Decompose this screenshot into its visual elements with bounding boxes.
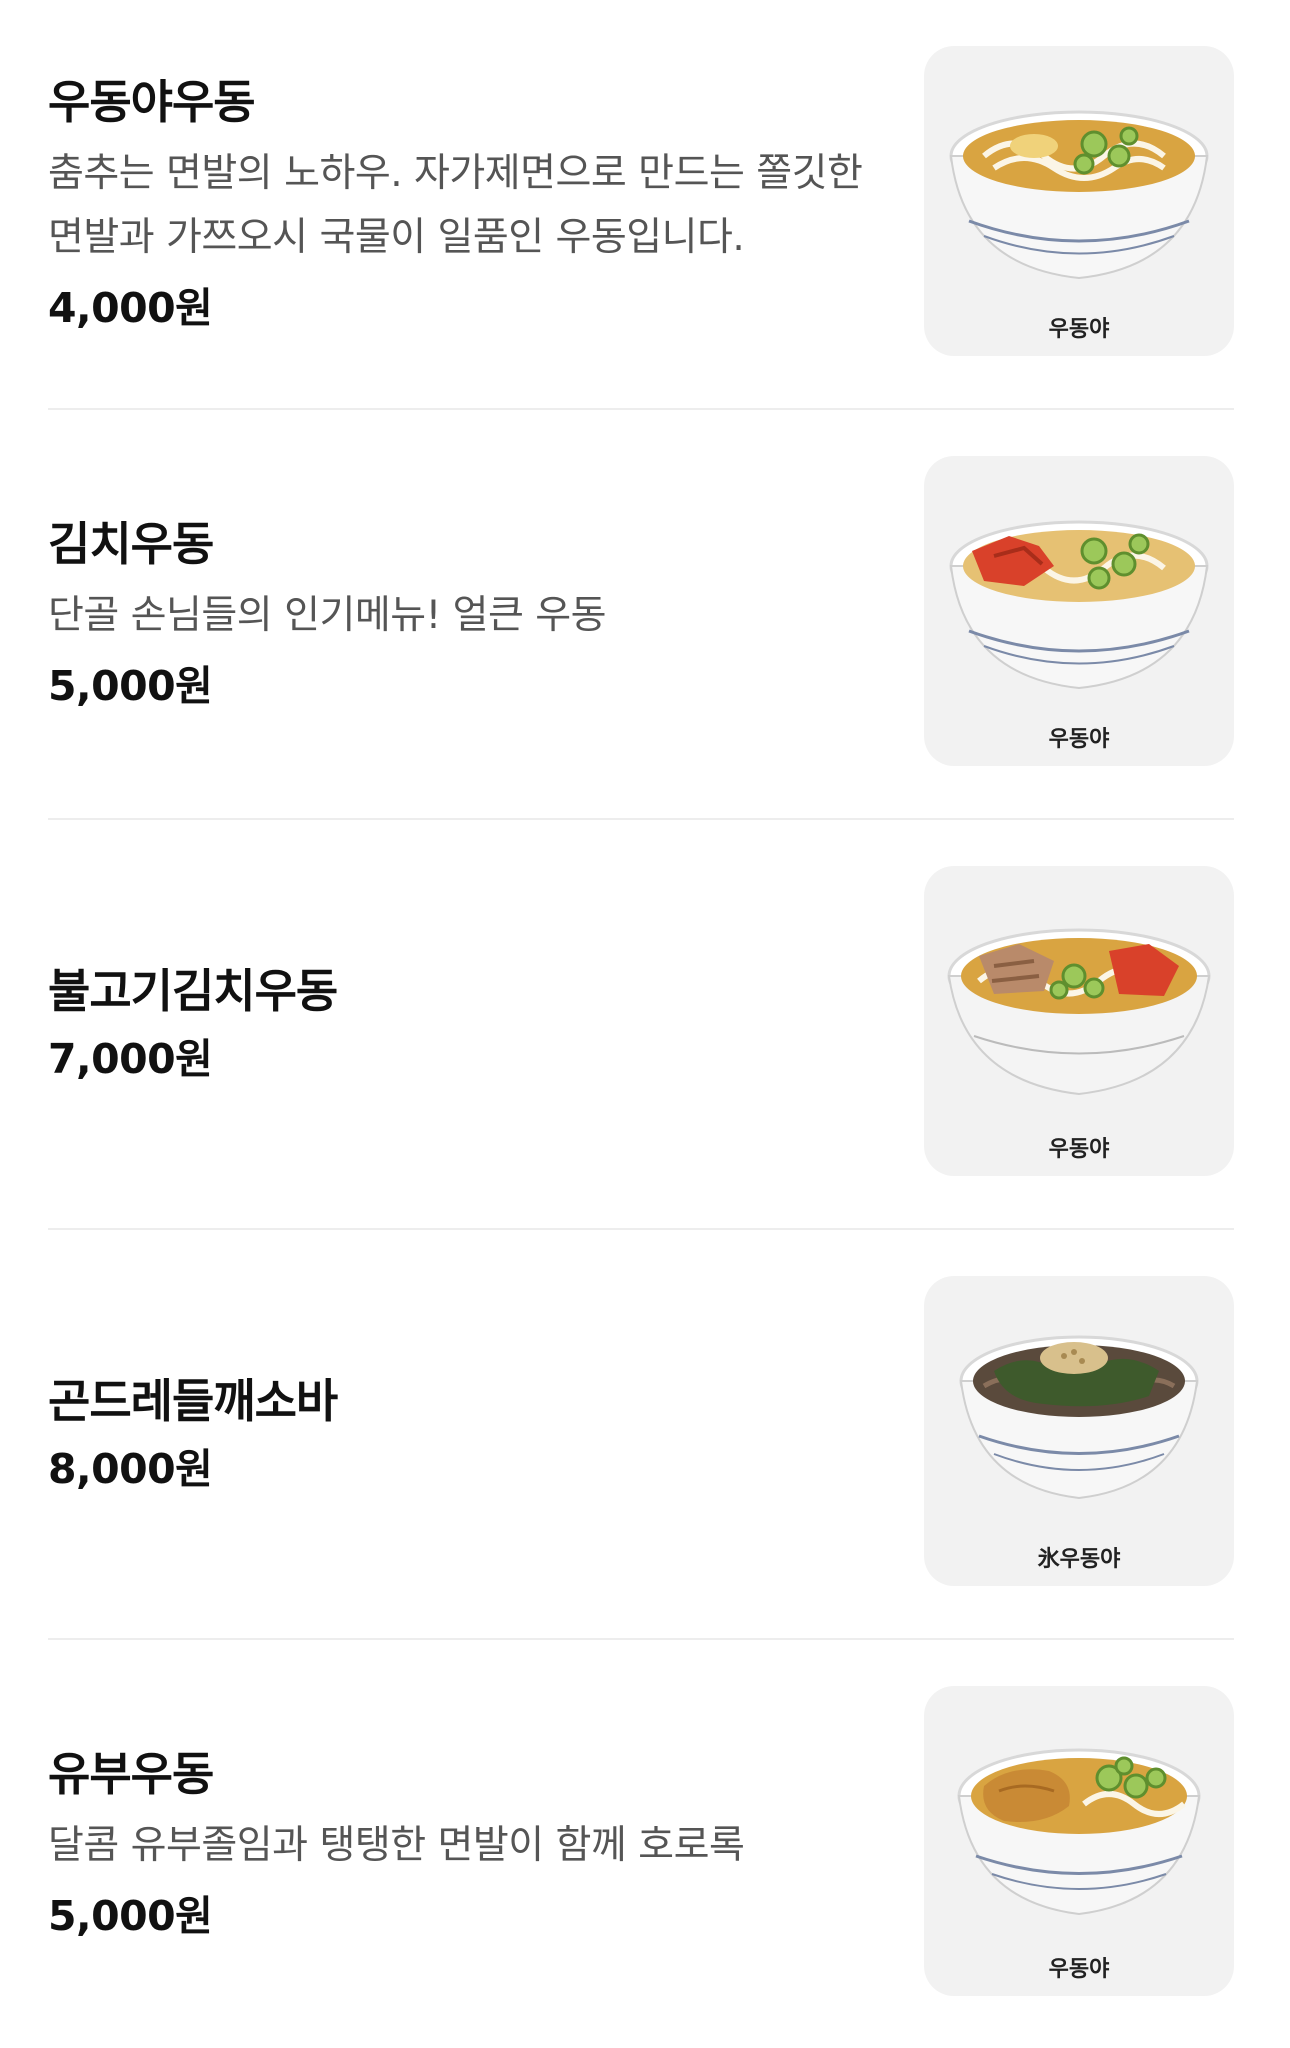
- menu-item-text: 유부우동 달콤 유부졸임과 탱탱한 면발이 함께 호로록 5,000원: [48, 1640, 888, 2048]
- menu-item-text: 김치우동 단골 손님들의 인기메뉴! 얼큰 우동 5,000원: [48, 410, 888, 818]
- menu-item-description: 달콤 유부졸임과 탱탱한 면발이 함께 호로록: [48, 1823, 745, 1868]
- menu-item-name: 불고기김치우동: [48, 964, 338, 1018]
- menu-item-name: 유부우동: [48, 1747, 214, 1801]
- menu-item-udonya-udon[interactable]: 우동야우동 춤추는 면발의 노하우. 자가제면으로 만드는 쫄깃한 면발과 가쯔…: [0, 0, 1290, 408]
- menu-item-price: 5,000원: [48, 662, 213, 710]
- menu-item-text: 우동야우동 춤추는 면발의 노하우. 자가제면으로 만드는 쫄깃한 면발과 가쯔…: [48, 0, 888, 408]
- menu-item-price: 4,000원: [48, 284, 213, 332]
- menu-item-text: 곤드레들깨소바 8,000원: [48, 1230, 888, 1638]
- menu-item-description: 춤추는 면발의 노하우. 자가제면으로 만드는 쫄깃한 면발과 가쯔오시 국물이…: [48, 151, 863, 260]
- menu-item-yubu-udon[interactable]: 유부우동 달콤 유부졸임과 탱탱한 면발이 함께 호로록 5,000원 우동야: [0, 1640, 1290, 2048]
- menu-item-image: 우동야: [924, 456, 1234, 766]
- menu-item-image: 우동야: [924, 1686, 1234, 1996]
- menu-list: 우동야우동 춤추는 면발의 노하우. 자가제면으로 만드는 쫄깃한 면발과 가쯔…: [0, 0, 1290, 2040]
- menu-item-bulgogi-kimchi-udon[interactable]: 불고기김치우동 7,000원 우동야: [0, 820, 1290, 1228]
- menu-item-price: 8,000원: [48, 1445, 213, 1493]
- udonya-logo: 우동야: [1049, 317, 1110, 342]
- yubu-udon-bowl-image: 우동야: [957, 1748, 1201, 1982]
- bulgogi-kimchi-udon-bowl-image: 우동야: [947, 928, 1211, 1162]
- menu-item-kimchi-udon[interactable]: 김치우동 단골 손님들의 인기메뉴! 얼큰 우동 5,000원 우동야: [0, 410, 1290, 818]
- menu-item-name: 곤드레들깨소바: [48, 1374, 338, 1428]
- kimchi-udon-bowl-image: 우동야: [949, 520, 1209, 752]
- udon-bowl-image: 우동야: [949, 110, 1209, 342]
- menu-item-text: 불고기김치우동 7,000원: [48, 820, 888, 1228]
- udonya-logo: 우동야: [1049, 1957, 1110, 1982]
- hyo-udonya-logo: 氷우동야: [1038, 1547, 1121, 1572]
- menu-item-image: 氷우동야: [924, 1276, 1234, 1586]
- menu-item-description: 단골 손님들의 인기메뉴! 얼큰 우동: [48, 593, 607, 638]
- udonya-logo: 우동야: [1049, 727, 1110, 752]
- menu-item-image: 우동야: [924, 46, 1234, 356]
- udonya-logo: 우동야: [1049, 1137, 1110, 1162]
- menu-item-name: 김치우동: [48, 517, 214, 571]
- menu-item-name: 우동야우동: [48, 75, 256, 129]
- menu-item-price: 5,000원: [48, 1892, 213, 1940]
- menu-item-price: 7,000원: [48, 1035, 213, 1083]
- soba-bowl-image: 氷우동야: [959, 1335, 1199, 1572]
- menu-item-gondre-perilla-soba[interactable]: 곤드레들깨소바 8,000원 氷우동야: [0, 1230, 1290, 1638]
- menu-item-image: 우동야: [924, 866, 1234, 1176]
